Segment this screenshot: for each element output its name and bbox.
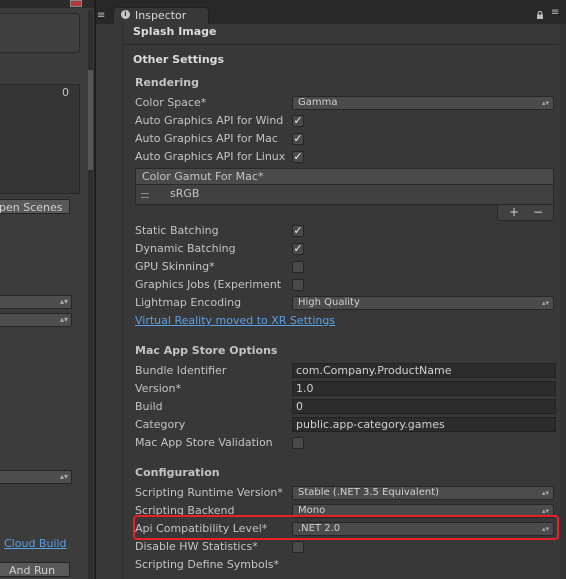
platform-dropdown-3[interactable]: ▴▾ — [0, 470, 72, 484]
auto-graphics-api-mac-checkbox[interactable]: ✓ — [292, 133, 304, 145]
lock-icon[interactable] — [536, 11, 544, 19]
color-gamut-list-item[interactable]: sRGB — [135, 185, 554, 205]
hamburger-menu-icon[interactable]: ≡ — [97, 11, 105, 21]
dynamic-batching-label: Dynamic Batching — [135, 242, 236, 255]
scenes-in-build-list[interactable] — [0, 84, 80, 194]
other-settings-header[interactable]: Other Settings — [133, 53, 224, 71]
disable-hw-statistics-checkbox[interactable] — [292, 541, 304, 553]
build-settings-panel: 0 pen Scenes ▴▾ ▴▾ ▴▾ Cloud Build And Ru… — [0, 0, 94, 579]
gpu-skinning-label: GPU Skinning* — [135, 260, 215, 273]
mac-app-store-title: Mac App Store Options — [135, 344, 278, 357]
build-label: Build — [135, 400, 163, 413]
color-space-dropdown[interactable]: Gamma ▴▾ — [292, 96, 554, 110]
dropdown-arrow-icon: ▴▾ — [541, 489, 549, 497]
graphics-jobs-checkbox[interactable] — [292, 279, 304, 291]
color-space-label: Color Space* — [135, 96, 207, 109]
version-field[interactable]: 1.0 — [292, 381, 556, 396]
static-batching-checkbox[interactable]: ✓ — [292, 225, 304, 237]
scripting-runtime-value: Stable (.NET 3.5 Equivalent) — [298, 487, 440, 498]
dropdown-arrow-icon: ▴▾ — [59, 297, 68, 306]
cloud-build-link[interactable]: Cloud Build — [4, 537, 67, 550]
bundle-identifier-field[interactable]: com.Company.ProductName — [292, 363, 556, 378]
close-window-button[interactable] — [70, 0, 82, 7]
add-icon[interactable]: + — [509, 205, 519, 219]
vr-xr-settings-link[interactable]: Virtual Reality moved to XR Settings — [135, 314, 335, 327]
auto-graphics-api-linux-label: Auto Graphics API for Linux — [135, 150, 286, 163]
scripting-runtime-dropdown[interactable]: Stable (.NET 3.5 Equivalent) ▴▾ — [292, 486, 554, 500]
color-space-value: Gamma — [298, 97, 338, 108]
dropdown-arrow-icon: ▴▾ — [541, 299, 549, 307]
auto-graphics-api-windows-label: Auto Graphics API for Wind — [135, 114, 284, 127]
lightmap-encoding-value: High Quality — [298, 297, 360, 308]
auto-graphics-api-windows-checkbox[interactable]: ✓ — [292, 115, 304, 127]
dynamic-batching-checkbox[interactable]: ✓ — [292, 243, 304, 255]
bundle-identifier-label: Bundle Identifier — [135, 364, 227, 377]
color-gamut-value: sRGB — [170, 187, 200, 200]
dropdown-arrow-icon: ▴▾ — [541, 99, 549, 107]
platform-dropdown-1[interactable]: ▴▾ — [0, 295, 72, 309]
scene-index: 0 — [62, 86, 69, 99]
static-batching-label: Static Batching — [135, 224, 219, 237]
splash-image-header[interactable]: Splash Image — [133, 25, 217, 43]
window-divider[interactable] — [94, 0, 96, 579]
divider — [123, 44, 559, 45]
left-scrollbar[interactable] — [88, 10, 93, 579]
window-menu-icon[interactable]: ≡ — [551, 8, 559, 18]
list-add-remove: + − — [497, 205, 554, 221]
configuration-title: Configuration — [135, 466, 220, 479]
scripting-runtime-label: Scripting Runtime Version* — [135, 486, 283, 499]
rendering-title: Rendering — [135, 76, 199, 89]
mac-app-store-validation-checkbox[interactable] — [292, 437, 304, 449]
color-gamut-list-header: Color Gamut For Mac* — [135, 168, 554, 185]
auto-graphics-api-linux-checkbox[interactable]: ✓ — [292, 151, 304, 163]
lightmap-encoding-dropdown[interactable]: High Quality ▴▾ — [292, 296, 554, 310]
build-field[interactable]: 0 — [292, 399, 556, 414]
dropdown-arrow-icon: ▴▾ — [59, 472, 68, 481]
info-icon: i — [121, 10, 130, 19]
dropdown-arrow-icon: ▴▾ — [59, 315, 68, 324]
lightmap-encoding-label: Lightmap Encoding — [135, 296, 242, 309]
platform-dropdown-2[interactable]: ▴▾ — [0, 313, 72, 327]
build-and-run-button[interactable]: And Run — [0, 562, 70, 577]
auto-graphics-api-mac-label: Auto Graphics API for Mac — [135, 132, 278, 145]
inspector-panel: Splash Image Other Settings Rendering Co… — [109, 24, 566, 579]
category-field[interactable]: public.app-category.games — [292, 417, 556, 432]
inspector-scrollbar[interactable] — [560, 24, 566, 579]
remove-icon[interactable]: − — [533, 205, 543, 219]
tab-inspector[interactable]: i Inspector — [113, 7, 209, 24]
disable-hw-statistics-label: Disable HW Statistics* — [135, 540, 258, 553]
graphics-jobs-label: Graphics Jobs (Experiment — [135, 278, 282, 291]
tab-inspector-label: Inspector — [135, 9, 187, 22]
add-open-scenes-button[interactable]: pen Scenes — [0, 199, 70, 214]
gpu-skinning-checkbox[interactable] — [292, 261, 304, 273]
api-compatibility-highlight — [133, 515, 559, 540]
drag-handle-icon[interactable] — [141, 193, 149, 198]
version-label: Version* — [135, 382, 181, 395]
scripting-define-symbols-label: Scripting Define Symbols* — [135, 558, 280, 571]
mac-app-store-validation-label: Mac App Store Validation — [135, 436, 273, 449]
scrollbar-thumb[interactable] — [88, 70, 93, 170]
scenes-box — [0, 13, 80, 53]
category-label: Category — [135, 418, 186, 431]
